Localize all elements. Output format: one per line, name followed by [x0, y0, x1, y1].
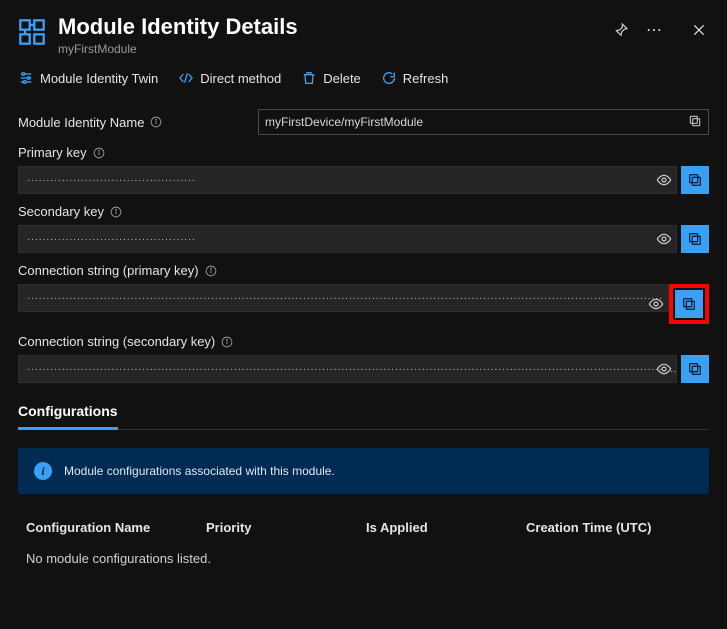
toolbar: Module Identity Twin Direct method Delet…	[0, 62, 727, 101]
info-banner-text: Module configurations associated with th…	[64, 464, 335, 478]
empty-row: No module configurations listed.	[18, 545, 709, 572]
copy-button[interactable]	[681, 166, 709, 194]
reveal-button[interactable]	[653, 355, 675, 383]
toolbar-label: Module Identity Twin	[40, 71, 158, 86]
secondary-key-value: ········································…	[27, 234, 196, 245]
toolbar-label: Direct method	[200, 71, 281, 86]
configurations-title: Configurations	[18, 403, 118, 430]
code-icon	[178, 70, 194, 86]
reveal-button[interactable]	[645, 284, 667, 324]
col-config-name: Configuration Name	[26, 520, 206, 535]
secondary-key-label: Secondary key	[18, 204, 104, 219]
info-banner: i Module configurations associated with …	[18, 448, 709, 494]
conn-secondary-field[interactable]: ········································…	[18, 355, 677, 383]
identity-name-label: Module Identity Name	[18, 115, 144, 130]
delete-button[interactable]: Delete	[301, 70, 361, 86]
toolbar-label: Refresh	[403, 71, 449, 86]
primary-key-value: ········································…	[27, 175, 196, 186]
info-icon[interactable]	[205, 265, 217, 277]
module-identity-twin-button[interactable]: Module Identity Twin	[18, 70, 158, 86]
conn-secondary-label: Connection string (secondary key)	[18, 334, 215, 349]
primary-key-label: Primary key	[18, 145, 87, 160]
more-button[interactable]: ⋯	[645, 20, 665, 40]
copy-button[interactable]	[675, 290, 703, 318]
conn-primary-label: Connection string (primary key)	[18, 263, 199, 278]
refresh-icon	[381, 70, 397, 86]
conn-secondary-value: ········································…	[27, 364, 663, 375]
col-priority: Priority	[206, 520, 366, 535]
info-icon[interactable]	[93, 147, 105, 159]
col-is-applied: Is Applied	[366, 520, 526, 535]
pin-button[interactable]	[611, 20, 631, 40]
info-icon: i	[34, 462, 52, 480]
page-subtitle: myFirstModule	[58, 42, 611, 56]
info-icon[interactable]	[150, 116, 162, 128]
page-title: Module Identity Details	[58, 14, 611, 40]
reveal-button[interactable]	[653, 225, 675, 253]
reveal-button[interactable]	[653, 166, 675, 194]
refresh-button[interactable]: Refresh	[381, 70, 449, 86]
copy-button[interactable]	[681, 355, 709, 383]
info-icon[interactable]	[110, 206, 122, 218]
table-header: Configuration Name Priority Is Applied C…	[18, 494, 709, 545]
trash-icon	[301, 70, 317, 86]
identity-name-field[interactable]: myFirstDevice/myFirstModule	[258, 109, 709, 135]
close-button[interactable]	[689, 20, 709, 40]
info-icon[interactable]	[221, 336, 233, 348]
col-creation-time: Creation Time (UTC)	[526, 520, 701, 535]
conn-primary-field[interactable]: ········································…	[18, 284, 669, 312]
conn-primary-value: ········································…	[27, 293, 663, 304]
secondary-key-field[interactable]: ········································…	[18, 225, 677, 253]
copy-button[interactable]	[681, 225, 709, 253]
direct-method-button[interactable]: Direct method	[178, 70, 281, 86]
identity-name-value: myFirstDevice/myFirstModule	[265, 115, 423, 129]
toolbar-label: Delete	[323, 71, 361, 86]
copy-icon[interactable]	[688, 114, 702, 131]
primary-key-field[interactable]: ········································…	[18, 166, 677, 194]
settings-icon	[18, 70, 34, 86]
highlighted-copy	[669, 284, 709, 324]
module-icon	[18, 18, 46, 46]
